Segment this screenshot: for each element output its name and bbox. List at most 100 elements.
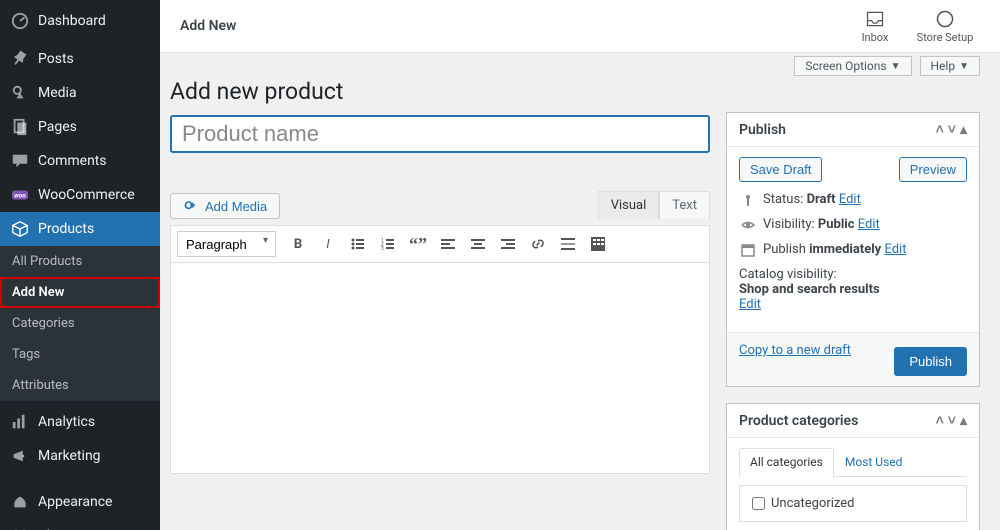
sidebar-sub-add-new[interactable]: Add New <box>0 277 160 308</box>
status-label: Status: <box>763 192 803 207</box>
copy-to-new-draft-link[interactable]: Copy to a new draft <box>739 343 851 358</box>
appearance-icon <box>10 492 30 512</box>
sidebar-item-plugins[interactable]: Plugins <box>0 519 160 530</box>
sidebar-sub-all-products[interactable]: All Products <box>0 246 160 277</box>
move-down-icon[interactable]: ˅ <box>948 412 956 429</box>
sidebar-item-comments[interactable]: Comments <box>0 144 160 178</box>
editor-content[interactable] <box>170 263 710 474</box>
calendar-icon <box>739 243 757 257</box>
publish-value: immediately <box>809 242 881 257</box>
analytics-icon <box>10 412 30 432</box>
blockquote-button[interactable]: “” <box>404 230 432 258</box>
publish-button[interactable]: Publish <box>894 347 967 376</box>
visibility-label: Visibility: <box>763 217 815 232</box>
tab-most-used[interactable]: Most Used <box>834 448 914 476</box>
tab-visual[interactable]: Visual <box>598 191 660 219</box>
inbox-button[interactable]: Inbox <box>840 9 910 44</box>
save-draft-button[interactable]: Save Draft <box>739 157 822 182</box>
sidebar-sub-attributes[interactable]: Attributes <box>0 370 160 401</box>
plugins-icon <box>10 526 30 530</box>
marketing-icon <box>10 446 30 466</box>
chevron-down-icon: ▼ <box>959 61 969 72</box>
store-setup-button[interactable]: Store Setup <box>910 9 980 44</box>
move-down-icon[interactable]: ˅ <box>948 121 956 138</box>
sidebar-item-posts[interactable]: Posts <box>0 42 160 76</box>
bullet-list-button[interactable] <box>344 230 372 258</box>
product-name-input[interactable] <box>170 115 710 153</box>
main-editor: Add new product Add Media Visual Text Pa… <box>170 76 710 474</box>
media-icon <box>183 198 199 214</box>
status-edit-link[interactable]: Edit <box>839 192 861 207</box>
help-button[interactable]: Help ▼ <box>920 56 981 76</box>
align-center-button[interactable] <box>464 230 492 258</box>
inbox-label: Inbox <box>862 31 889 44</box>
sidebar-item-media[interactable]: Media <box>0 76 160 110</box>
products-icon <box>10 219 30 239</box>
status-value: Draft <box>807 192 836 207</box>
align-left-button[interactable] <box>434 230 462 258</box>
chevron-down-icon: ▼ <box>891 61 901 72</box>
publish-metabox: Publish ˄ ˅ ▴ Save Draft Preview Status:… <box>726 112 980 387</box>
top-bar: Add New Inbox Store Setup <box>160 0 1000 53</box>
product-categories-metabox: Product categories ˄ ˅ ▴ All categories … <box>726 403 980 530</box>
woocommerce-icon: woo <box>10 185 30 205</box>
help-label: Help <box>931 59 956 73</box>
sidebar-sub-tags[interactable]: Tags <box>0 339 160 370</box>
pages-icon <box>10 117 30 137</box>
store-setup-label: Store Setup <box>917 31 974 44</box>
catalog-label: Catalog visibility: <box>739 267 837 282</box>
sidebar-item-appearance[interactable]: Appearance <box>0 485 160 519</box>
sidebar-item-analytics[interactable]: Analytics <box>0 405 160 439</box>
sidebar-label: Posts <box>38 51 74 67</box>
store-setup-icon <box>935 9 955 29</box>
category-label: Uncategorized <box>771 496 854 511</box>
catalog-edit-link[interactable]: Edit <box>739 297 761 312</box>
sidebar-label: Appearance <box>38 494 112 510</box>
categories-title: Product categories <box>739 413 858 429</box>
svg-text:woo: woo <box>14 192 26 200</box>
active-arrow-icon <box>160 221 168 237</box>
sidebar-label: Media <box>38 85 77 101</box>
publish-edit-link[interactable]: Edit <box>884 242 906 257</box>
bold-button[interactable]: B <box>284 230 312 258</box>
insert-more-button[interactable] <box>554 230 582 258</box>
sidebar-label: Analytics <box>38 414 95 430</box>
visibility-edit-link[interactable]: Edit <box>858 217 880 232</box>
sidebar-item-woocommerce[interactable]: woo WooCommerce <box>0 178 160 212</box>
sidebar-label: WooCommerce <box>38 187 135 203</box>
align-right-button[interactable] <box>494 230 522 258</box>
toolbar-toggle-button[interactable] <box>584 230 612 258</box>
visibility-value: Public <box>818 217 855 232</box>
tab-all-categories[interactable]: All categories <box>739 448 834 477</box>
category-item[interactable]: Uncategorized <box>748 494 958 513</box>
screen-options-label: Screen Options <box>805 59 886 73</box>
svg-text:3: 3 <box>381 246 384 252</box>
pin-icon <box>10 49 30 69</box>
publish-label: Publish <box>763 242 806 257</box>
link-button[interactable] <box>524 230 552 258</box>
sidebar-item-dashboard[interactable]: Dashboard <box>0 0 160 42</box>
page-title-top: Add New <box>180 18 236 34</box>
toggle-panel-icon[interactable]: ▴ <box>960 413 967 429</box>
add-media-button[interactable]: Add Media <box>170 193 280 219</box>
italic-button[interactable]: I <box>314 230 342 258</box>
publish-title: Publish <box>739 122 786 138</box>
admin-sidebar: Dashboard Posts Media Pages Comments woo… <box>0 0 160 530</box>
move-up-icon[interactable]: ˄ <box>936 412 944 429</box>
screen-options-button[interactable]: Screen Options ▼ <box>794 56 911 76</box>
preview-button[interactable]: Preview <box>899 157 967 182</box>
tab-text[interactable]: Text <box>659 191 710 219</box>
page-heading: Add new product <box>170 78 710 105</box>
sidebar-label: Comments <box>38 153 107 169</box>
category-checkbox[interactable] <box>752 497 765 510</box>
sidebar-item-marketing[interactable]: Marketing <box>0 439 160 473</box>
paragraph-select[interactable]: Paragraph <box>177 231 276 257</box>
sidebar-item-products[interactable]: Products <box>0 212 160 246</box>
toggle-panel-icon[interactable]: ▴ <box>960 122 967 138</box>
sidebar-item-pages[interactable]: Pages <box>0 110 160 144</box>
move-up-icon[interactable]: ˄ <box>936 121 944 138</box>
numbered-list-button[interactable]: 123 <box>374 230 402 258</box>
catalog-value: Shop and search results <box>739 282 880 297</box>
sidebar-sub-categories[interactable]: Categories <box>0 308 160 339</box>
status-icon <box>739 193 757 207</box>
